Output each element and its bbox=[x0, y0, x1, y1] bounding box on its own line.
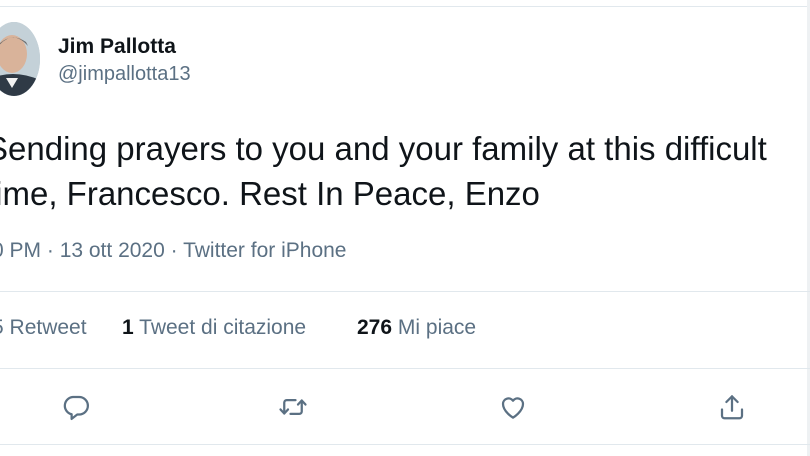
meta-separator: · bbox=[164, 239, 184, 262]
divider bbox=[0, 291, 810, 292]
author-name[interactable]: Jim Pallotta bbox=[58, 35, 176, 59]
divider bbox=[0, 368, 810, 369]
tweet-text-line-2: time, Francesco. Rest In Peace, Enzo bbox=[0, 175, 540, 212]
share-icon bbox=[720, 395, 744, 420]
tweet-meta: 0 PM · 13 ott 2020 · Twitter for iPhone bbox=[0, 239, 346, 263]
tweet-time[interactable]: 0 PM bbox=[0, 239, 41, 262]
share-button[interactable] bbox=[715, 390, 749, 424]
retweet-count: 5 bbox=[0, 316, 4, 339]
tweet-text: Sending prayers to you and your family a… bbox=[0, 126, 810, 216]
retweet-button[interactable] bbox=[276, 390, 310, 424]
avatar[interactable] bbox=[0, 22, 40, 96]
like-label: Mi piace bbox=[397, 316, 477, 339]
top-divider bbox=[0, 6, 810, 7]
tweet-date[interactable]: 13 ott 2020 bbox=[60, 239, 165, 262]
reply-icon bbox=[63, 395, 89, 420]
meta-separator: · bbox=[41, 239, 60, 262]
like-count: 276 bbox=[357, 316, 393, 339]
author-handle[interactable]: @jimpallotta13 bbox=[58, 63, 191, 86]
tweet-text-line-1: Sending prayers to you and your family a… bbox=[0, 130, 767, 167]
like-button[interactable] bbox=[496, 390, 530, 424]
heart-icon bbox=[501, 397, 525, 419]
retweet-label: Retweet bbox=[9, 316, 87, 339]
quote-label: Tweet di citazione bbox=[139, 316, 307, 339]
quote-stat[interactable]: 1 Tweet di citazione bbox=[122, 316, 306, 340]
reply-button[interactable] bbox=[59, 390, 93, 424]
retweet-stat[interactable]: 5 Retweet bbox=[0, 316, 87, 340]
retweet-icon bbox=[279, 399, 307, 415]
tweet-source[interactable]: Twitter for iPhone bbox=[183, 239, 346, 262]
divider bbox=[0, 444, 810, 445]
like-stat[interactable]: 276 Mi piace bbox=[357, 316, 476, 340]
avatar-photo bbox=[0, 22, 40, 96]
quote-count: 1 bbox=[122, 316, 134, 339]
